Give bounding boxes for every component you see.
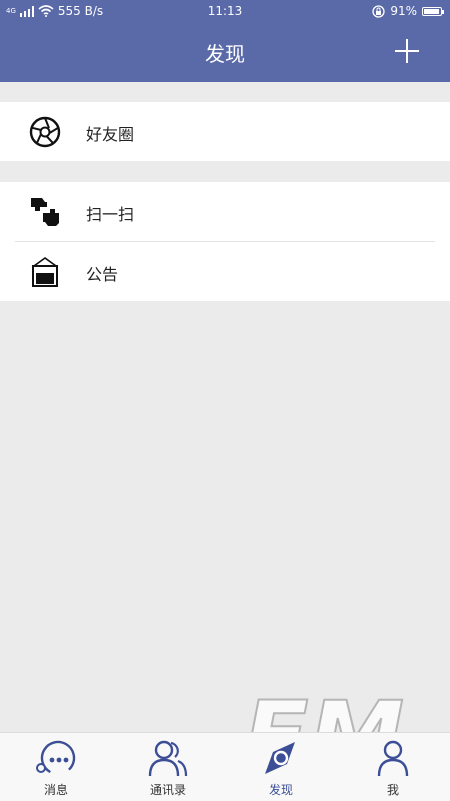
moments-label: 好友圈 bbox=[86, 125, 135, 144]
top-bar: 4G 555 B/s 11:13 91% 发现 bbox=[0, 0, 450, 82]
bottom-tab-bar: 消息 通讯录 发现 我 bbox=[0, 732, 450, 801]
rotation-lock-icon bbox=[372, 4, 385, 18]
tab-me-label: 我 bbox=[386, 783, 399, 797]
tab-contacts[interactable]: 通讯录 bbox=[112, 733, 224, 801]
status-bar: 4G 555 B/s 11:13 91% bbox=[0, 0, 450, 24]
battery-fill bbox=[424, 8, 439, 14]
tab-messages[interactable]: 消息 bbox=[0, 733, 112, 801]
tab-messages-label: 消息 bbox=[43, 783, 68, 797]
contacts-icon bbox=[148, 740, 188, 777]
tab-contacts-label: 通讯录 bbox=[149, 783, 186, 797]
scan-icon bbox=[31, 198, 59, 226]
add-button[interactable] bbox=[394, 38, 420, 64]
tab-discover-label: 发现 bbox=[268, 783, 293, 797]
aperture-icon bbox=[29, 116, 61, 148]
notice-board-icon bbox=[31, 257, 59, 287]
status-right: 91% bbox=[372, 4, 444, 18]
notice-row[interactable]: 公告 bbox=[0, 242, 450, 301]
plus-icon bbox=[395, 39, 419, 63]
messages-icon bbox=[36, 740, 76, 776]
user-icon bbox=[377, 740, 409, 777]
moments-row[interactable]: 好友圈 bbox=[0, 102, 450, 161]
scan-label: 扫一扫 bbox=[86, 205, 135, 224]
compass-icon bbox=[265, 742, 295, 774]
notice-label: 公告 bbox=[86, 265, 119, 284]
battery-icon bbox=[422, 6, 444, 16]
scan-row[interactable]: 扫一扫 bbox=[0, 182, 450, 241]
page-title: 发现 bbox=[205, 42, 245, 66]
tab-discover[interactable]: 发现 bbox=[225, 733, 337, 801]
tools-group: 扫一扫 公告 bbox=[0, 182, 450, 301]
battery-percent: 91% bbox=[390, 4, 417, 18]
moments-group: 好友圈 bbox=[0, 102, 450, 161]
tab-me[interactable]: 我 bbox=[337, 733, 449, 801]
